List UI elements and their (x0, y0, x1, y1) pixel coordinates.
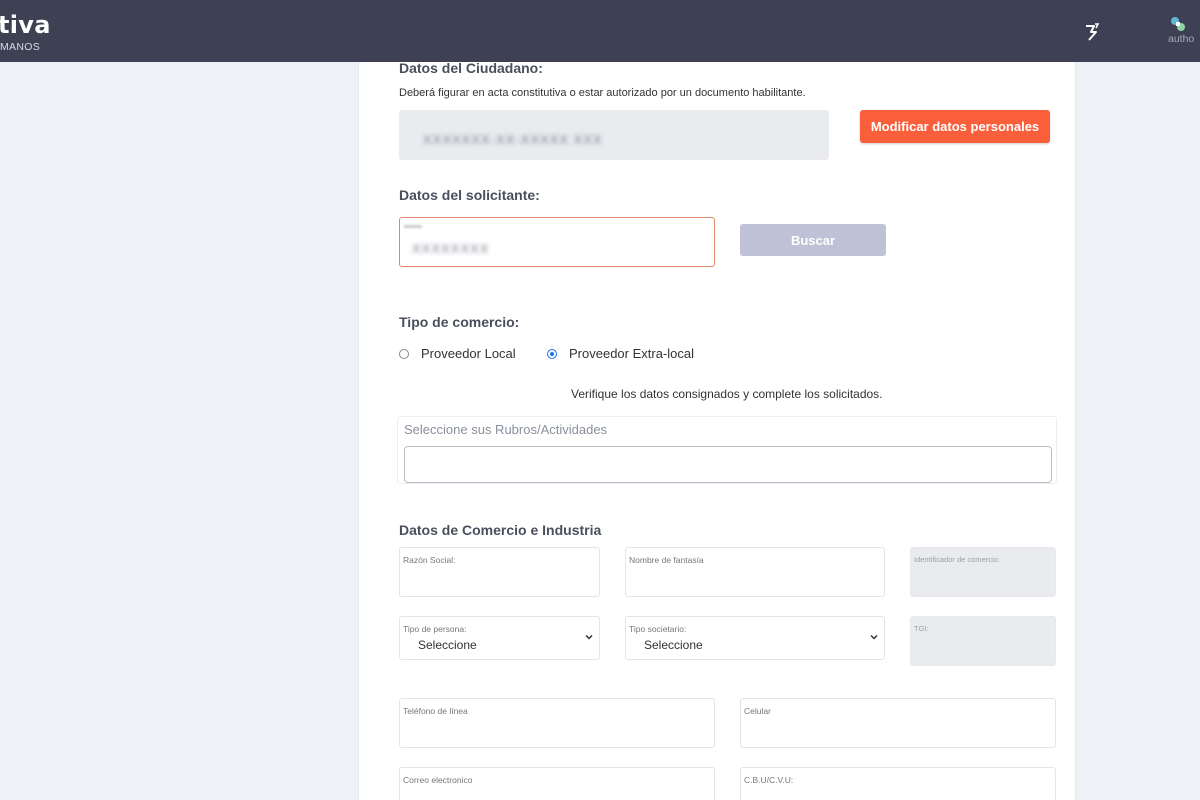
tipo-persona-select[interactable]: Tipo de persona: Seleccione (399, 616, 600, 660)
chevron-down-icon (870, 634, 878, 640)
tgi-field: TGI: (910, 616, 1056, 666)
identificador-comercio-label: Identificador de comercio: (914, 555, 1000, 564)
search-button[interactable]: Buscar (740, 224, 886, 256)
commerce-type-label: Tipo de comercio: (399, 314, 520, 330)
user-name: autho (1168, 33, 1195, 45)
top-header-bar: tiva MANOS autho (0, 0, 1200, 62)
celular-label: Celular (744, 706, 771, 716)
user-menu[interactable]: autho (1168, 16, 1200, 50)
radio-label-extra-local: Proveedor Extra-local (569, 346, 694, 361)
radio-button-local[interactable] (399, 348, 409, 359)
verify-instructions: Verifique los datos consignados y comple… (571, 387, 883, 401)
razon-social-label: Razón Social: (403, 555, 456, 565)
business-section-label: Datos de Comercio e Industria (399, 522, 602, 538)
tgi-label: TGI: (914, 624, 929, 633)
tipo-societario-label: Tipo societario: (629, 624, 687, 634)
tipo-persona-value: Seleccione (418, 638, 477, 652)
tipo-persona-label: Tipo de persona: (403, 624, 467, 634)
modify-personal-data-button[interactable]: Modificar datos personales (860, 110, 1050, 143)
citizen-section-label: Datos del Ciudadano: (399, 60, 543, 76)
nombre-fantasia-label: Nombre de fantasía (629, 555, 704, 565)
radio-proveedor-local[interactable]: Proveedor Local (399, 346, 516, 361)
celular-field[interactable]: Celular (740, 698, 1056, 748)
rubros-input[interactable] (404, 446, 1052, 483)
applicant-input[interactable]: XXXXXXXX (399, 217, 715, 267)
brand-subtitle: MANOS (0, 41, 41, 53)
user-avatar-icon (1171, 17, 1185, 31)
citizen-redacted-value: XXXXXXX-XX-XXXXX XXX (423, 132, 603, 147)
cbu-cvu-field[interactable]: C.B.U/C.V.U: (740, 767, 1056, 800)
radio-label-local: Proveedor Local (421, 346, 516, 361)
telefono-linea-field[interactable]: Teléfono de línea (399, 698, 715, 748)
rubros-selector: Seleccione sus Rubros/Actividades (397, 416, 1057, 484)
telefono-linea-label: Teléfono de línea (403, 706, 468, 716)
identificador-comercio-field: Identificador de comercio: (910, 547, 1056, 597)
tipo-societario-value: Seleccione (644, 638, 703, 652)
correo-electronico-field[interactable]: Correo electronico (399, 767, 715, 800)
razon-social-field[interactable]: Razón Social: (399, 547, 600, 597)
tipo-societario-select[interactable]: Tipo societario: Seleccione (625, 616, 885, 660)
cbu-cvu-label: C.B.U/C.V.U: (744, 775, 794, 785)
radio-button-extra-local[interactable] (547, 348, 557, 359)
citizen-note: Deberá figurar en acta constitutiva o es… (399, 87, 806, 99)
applicant-field-label (404, 225, 422, 228)
citizen-data-box: XXXXXXX-XX-XXXXX XXX (399, 110, 829, 160)
nombre-fantasia-field[interactable]: Nombre de fantasía (625, 547, 885, 597)
brand-title[interactable]: tiva (0, 11, 51, 39)
applicant-section-label: Datos del solicitante: (399, 187, 540, 203)
registration-form-card: Datos del Ciudadano: Deberá figurar en a… (358, 60, 1076, 800)
radio-proveedor-extra-local[interactable]: Proveedor Extra-local (547, 346, 694, 361)
notification-icon[interactable] (1083, 22, 1101, 42)
rubros-label: Seleccione sus Rubros/Actividades (404, 422, 608, 437)
correo-electronico-label: Correo electronico (403, 775, 473, 785)
chevron-down-icon (585, 634, 593, 640)
applicant-redacted-value: XXXXXXXX (412, 241, 490, 256)
